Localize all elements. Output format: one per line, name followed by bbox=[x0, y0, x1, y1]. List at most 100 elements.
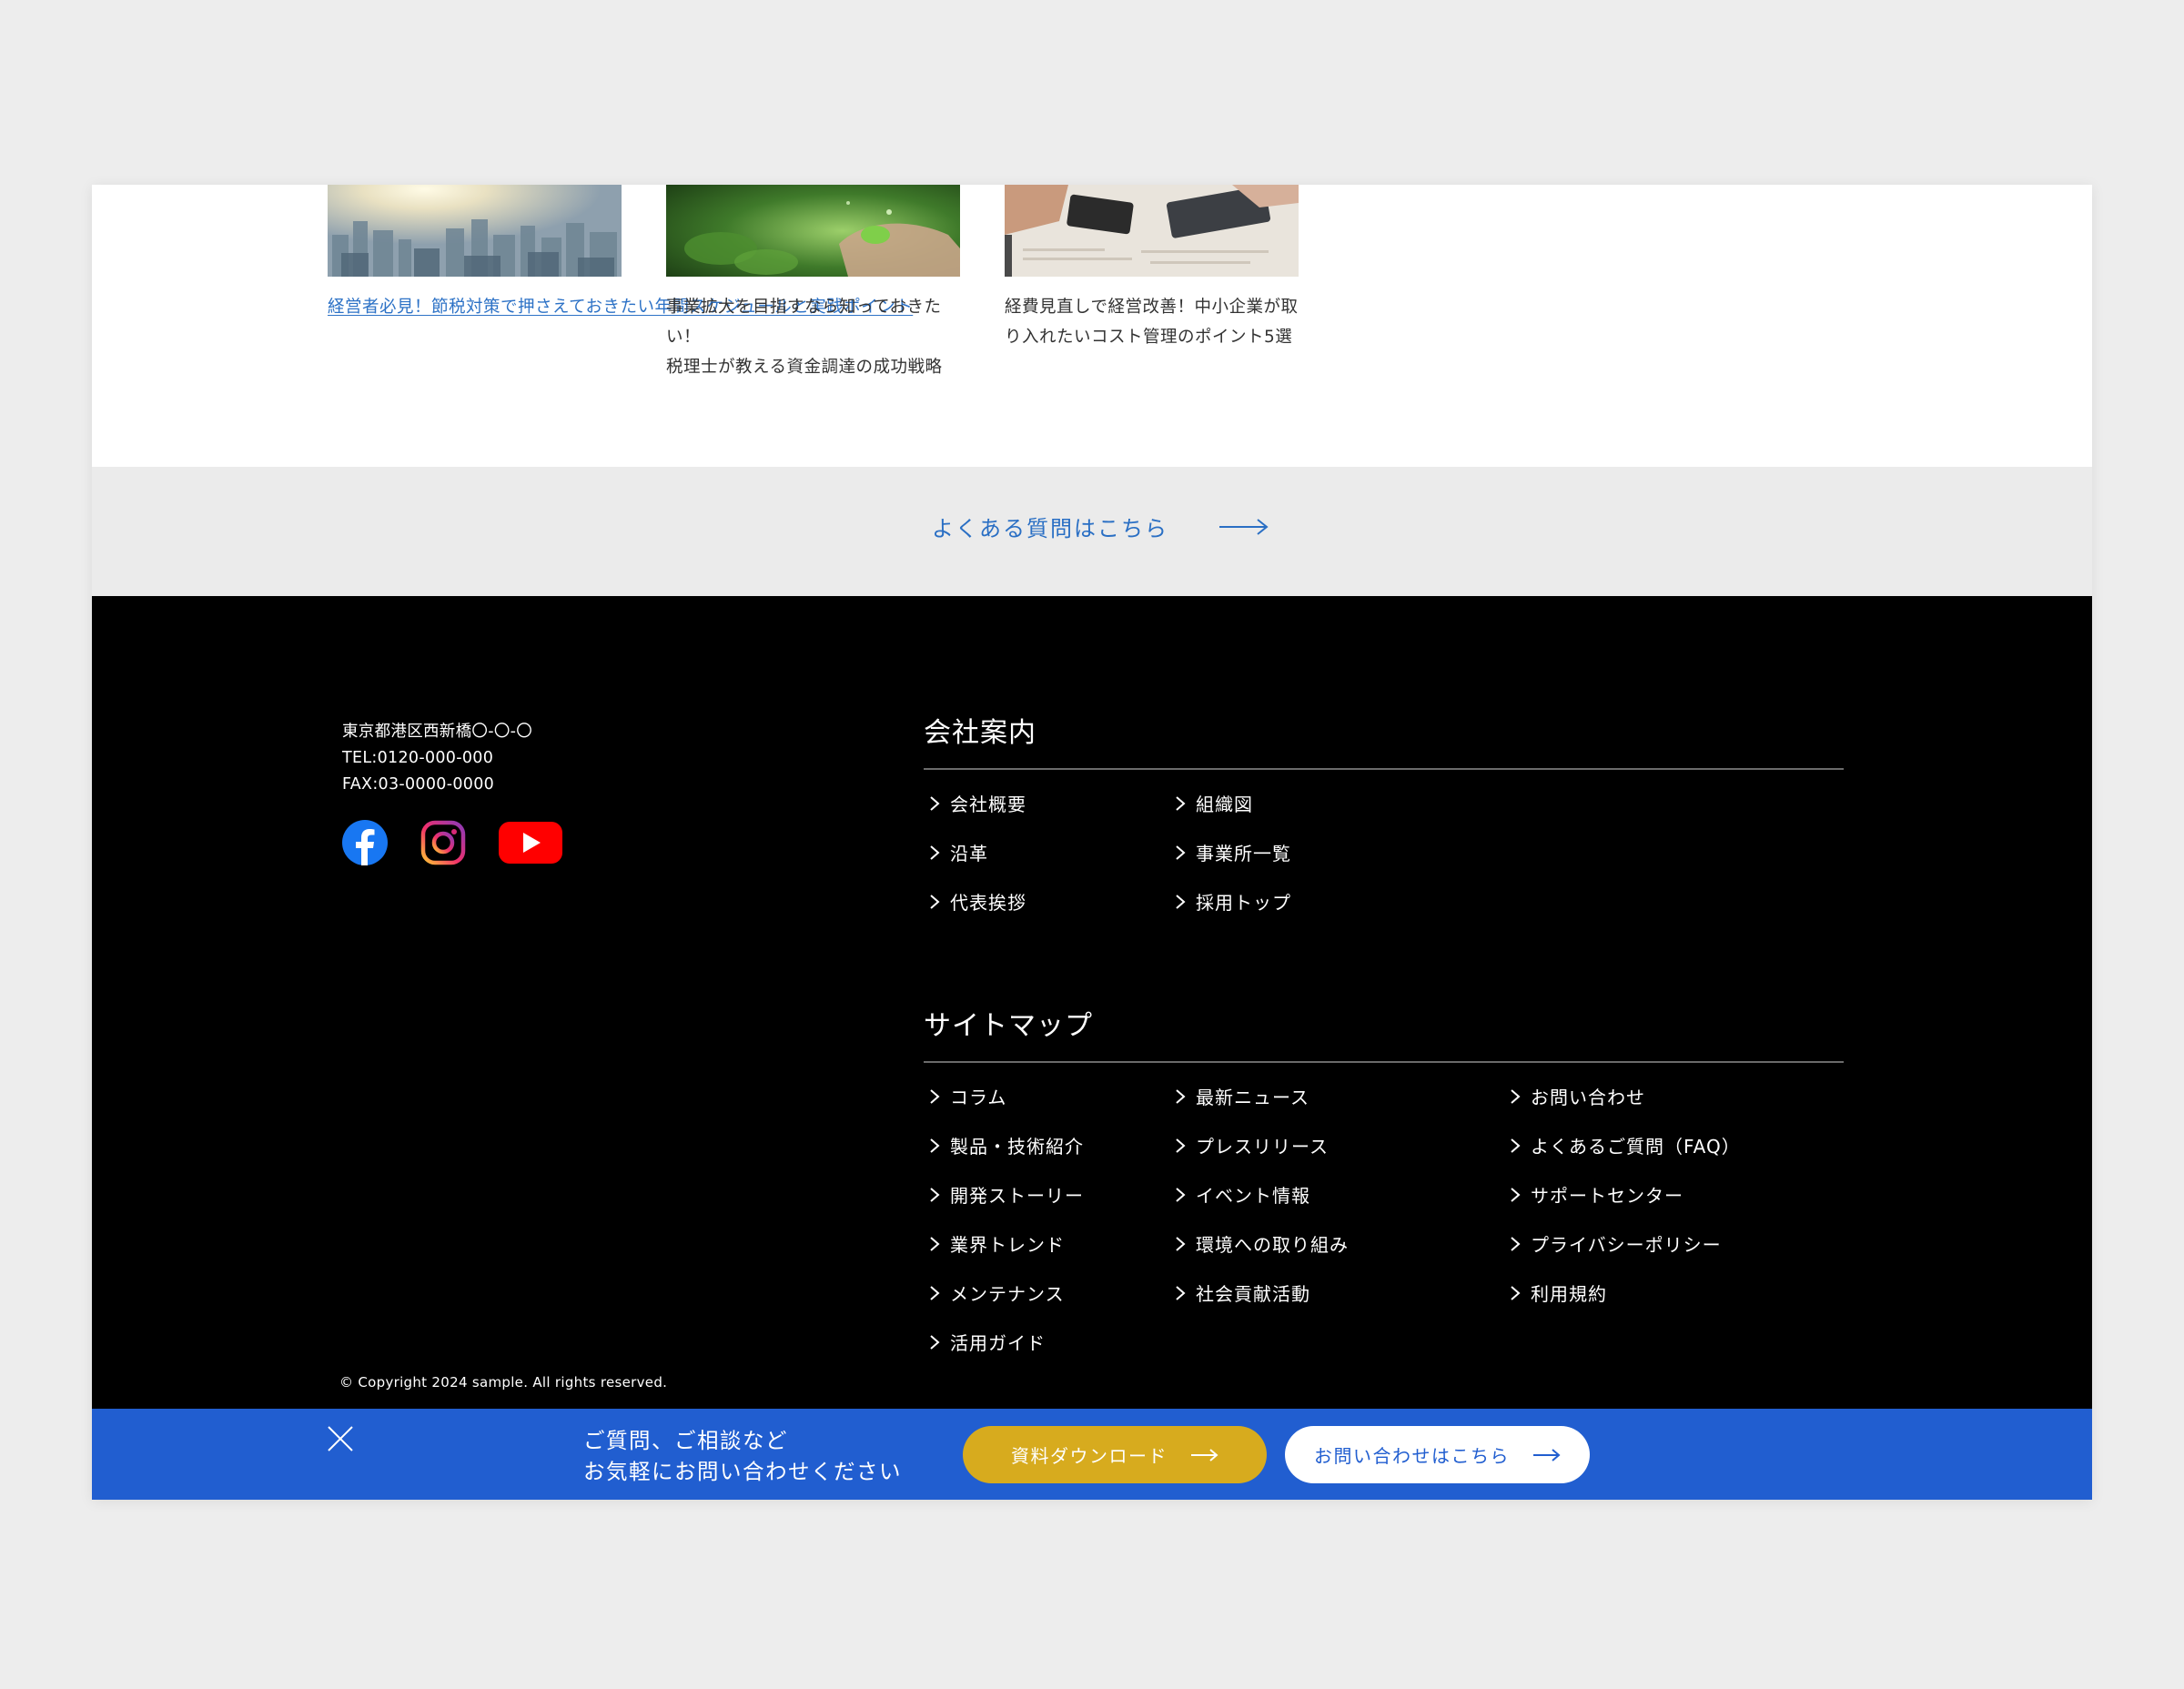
section-heading: サイトマップ bbox=[924, 1003, 1844, 1063]
close-icon[interactable] bbox=[327, 1425, 354, 1452]
footer-link-label[interactable]: 最新ニュース bbox=[1196, 1083, 1309, 1109]
footer-link-label[interactable]: 代表挨拶 bbox=[950, 888, 1026, 915]
site-footer: 東京都港区西新橋〇-〇-〇 TEL:0120-000-000 FAX:03-00… bbox=[92, 596, 2092, 1411]
chevron-right-icon bbox=[1176, 894, 1186, 909]
footer-link[interactable]: イベント情報 bbox=[1174, 1181, 1310, 1208]
chevron-right-icon bbox=[930, 1285, 940, 1300]
facebook-icon[interactable] bbox=[342, 820, 388, 865]
footer-link-label[interactable]: 採用トップ bbox=[1196, 888, 1291, 915]
article-card[interactable]: 経営者必見！節税対策で押さえておき たい年間スケジュールと実践ポイント bbox=[328, 185, 913, 317]
chevron-right-icon bbox=[1511, 1088, 1521, 1104]
article-title[interactable]: 事業拡大を目指すなら知っておきたい！ 税理士が教える資金調達の成功戦略 bbox=[666, 292, 960, 382]
footer-link-label[interactable]: お問い合わせ bbox=[1531, 1083, 1645, 1109]
footer-link-label[interactable]: 活用ガイド bbox=[950, 1329, 1046, 1355]
footer-link-label[interactable]: サポートセンター bbox=[1531, 1181, 1684, 1208]
long-arrow-right-icon bbox=[1219, 518, 1269, 535]
footer-link-label[interactable]: よくあるご質問（FAQ） bbox=[1531, 1132, 1741, 1158]
footer-link[interactable]: 代表挨拶 bbox=[928, 888, 1026, 915]
cta-message: ご質問、ご相談など お気軽にお問い合わせください bbox=[583, 1425, 902, 1487]
footer-link-label[interactable]: 組織図 bbox=[1196, 790, 1253, 816]
footer-link[interactable]: プライバシーポリシー bbox=[1509, 1230, 1722, 1257]
footer-link[interactable]: 環境への取り組み bbox=[1174, 1230, 1349, 1257]
footer-link[interactable]: 会社概要 bbox=[928, 790, 1026, 816]
faq-link-label[interactable]: よくある質問はこちら bbox=[932, 511, 1168, 542]
youtube-icon[interactable] bbox=[499, 820, 562, 865]
cta-message-line: ご質問、ご相談など bbox=[583, 1428, 788, 1453]
contact-button-label[interactable]: お問い合わせはこちら bbox=[1314, 1441, 1510, 1468]
download-button-label[interactable]: 資料ダウンロード bbox=[1011, 1441, 1168, 1468]
faq-banner: よくある質問はこちら bbox=[92, 467, 2092, 596]
contact-button[interactable]: お問い合わせはこちら bbox=[1285, 1426, 1590, 1483]
article-title-line[interactable]: 事業拡大を目指すなら知っておきたい！ bbox=[666, 298, 942, 347]
chevron-right-icon bbox=[930, 1187, 940, 1202]
footer-link-label[interactable]: 社会貢献活動 bbox=[1196, 1279, 1310, 1306]
sitemap-section: サイトマップ コラム 製品・技術紹介 開発ストーリー 業界トレンド メンテナンス… bbox=[924, 1003, 1844, 1354]
calculator-desk-thumbnail[interactable] bbox=[1005, 185, 1299, 277]
company-info: 東京都港区西新橋〇-〇-〇 TEL:0120-000-000 FAX:03-00… bbox=[342, 719, 532, 798]
footer-link-label[interactable]: メンテナンス bbox=[950, 1279, 1065, 1306]
footer-link[interactable]: 組織図 bbox=[1174, 790, 1253, 816]
company-section: 会社案内 会社概要 沿革 代表挨拶 組織図 事業所一覧 採用トップ bbox=[924, 710, 1844, 914]
cta-bar: ご質問、ご相談など お気軽にお問い合わせください 資料ダウンロード お問い合わせ… bbox=[92, 1409, 2092, 1500]
chevron-right-icon bbox=[930, 1088, 940, 1104]
instagram-icon[interactable] bbox=[420, 820, 466, 865]
arrow-right-icon bbox=[1191, 1448, 1218, 1461]
footer-link-label[interactable]: 事業所一覧 bbox=[1196, 839, 1291, 865]
footer-link-label[interactable]: 利用規約 bbox=[1531, 1279, 1607, 1306]
footer-link[interactable]: サポートセンター bbox=[1509, 1181, 1684, 1208]
footer-link[interactable]: 利用規約 bbox=[1509, 1279, 1607, 1306]
footer-link[interactable]: 開発ストーリー bbox=[928, 1181, 1084, 1208]
chevron-right-icon bbox=[930, 1236, 940, 1251]
article-title-line[interactable]: 経費見直しで経営改善！中小企業が取 bbox=[1005, 298, 1298, 317]
city-skyline-thumbnail[interactable] bbox=[328, 185, 622, 277]
chevron-right-icon bbox=[930, 894, 940, 909]
footer-link-label[interactable]: 業界トレンド bbox=[950, 1230, 1065, 1257]
footer-link-label[interactable]: 製品・技術紹介 bbox=[950, 1132, 1084, 1158]
chevron-right-icon bbox=[1511, 1187, 1521, 1202]
footer-link-label[interactable]: 沿革 bbox=[950, 839, 988, 865]
copyright: © Copyright 2024 sample. All rights rese… bbox=[339, 1374, 668, 1391]
article-card[interactable]: 事業拡大を目指すなら知っておきたい！ 税理士が教える資金調達の成功戦略 bbox=[666, 185, 960, 377]
footer-link[interactable]: コラム bbox=[928, 1083, 1006, 1109]
page: 経営者必見！節税対策で押さえておき たい年間スケジュールと実践ポイント 事業拡大… bbox=[92, 185, 2092, 1500]
chevron-right-icon bbox=[930, 1334, 940, 1350]
article-title-line[interactable]: 経営者必見！節税対策で押さえておき bbox=[328, 292, 621, 322]
social-links bbox=[342, 820, 562, 865]
article-title-link[interactable]: 経営者必見！節税対策で押さえておき たい年間スケジュールと実践ポイント bbox=[328, 292, 913, 322]
article-card[interactable]: 経費見直しで経営改善！中小企業が取 り入れたいコスト管理のポイント5選 bbox=[1005, 185, 1299, 347]
footer-link-label[interactable]: コラム bbox=[950, 1083, 1006, 1109]
faq-link[interactable]: よくある質問はこちら bbox=[932, 511, 1269, 542]
footer-link[interactable]: 社会貢献活動 bbox=[1174, 1279, 1310, 1306]
footer-link[interactable]: 製品・技術紹介 bbox=[928, 1132, 1084, 1158]
footer-link[interactable]: お問い合わせ bbox=[1509, 1083, 1645, 1109]
footer-link[interactable]: 業界トレンド bbox=[928, 1230, 1065, 1257]
footer-link-label[interactable]: プレスリリース bbox=[1196, 1132, 1329, 1158]
article-title-line[interactable]: り入れたいコスト管理のポイント5選 bbox=[1005, 328, 1292, 347]
section-heading: 会社案内 bbox=[924, 710, 1844, 770]
cta-message-line: お気軽にお問い合わせください bbox=[583, 1459, 902, 1484]
chevron-right-icon bbox=[930, 795, 940, 811]
article-title-line[interactable]: 税理士が教える資金調達の成功戦略 bbox=[666, 358, 942, 377]
footer-link[interactable]: プレスリリース bbox=[1174, 1132, 1329, 1158]
chevron-right-icon bbox=[1511, 1285, 1521, 1300]
chevron-right-icon bbox=[1176, 795, 1186, 811]
footer-link[interactable]: 沿革 bbox=[928, 839, 988, 865]
footer-link-label[interactable]: 会社概要 bbox=[950, 790, 1026, 816]
footer-link[interactable]: 活用ガイド bbox=[928, 1329, 1046, 1355]
footer-link-label[interactable]: プライバシーポリシー bbox=[1531, 1230, 1722, 1257]
plant-in-hands-thumbnail[interactable] bbox=[666, 185, 960, 277]
article-title[interactable]: 経費見直しで経営改善！中小企業が取 り入れたいコスト管理のポイント5選 bbox=[1005, 292, 1299, 352]
footer-link-label[interactable]: 開発ストーリー bbox=[950, 1181, 1084, 1208]
chevron-right-icon bbox=[1176, 1236, 1186, 1251]
footer-link[interactable]: メンテナンス bbox=[928, 1279, 1065, 1306]
footer-link[interactable]: よくあるご質問（FAQ） bbox=[1509, 1132, 1741, 1158]
footer-link[interactable]: 採用トップ bbox=[1174, 888, 1291, 915]
chevron-right-icon bbox=[930, 844, 940, 860]
download-button[interactable]: 資料ダウンロード bbox=[963, 1426, 1267, 1483]
chevron-right-icon bbox=[1176, 844, 1186, 860]
footer-link[interactable]: 最新ニュース bbox=[1174, 1083, 1309, 1109]
footer-link-label[interactable]: 環境への取り組み bbox=[1196, 1230, 1349, 1257]
footer-link[interactable]: 事業所一覧 bbox=[1174, 839, 1291, 865]
footer-link-label[interactable]: イベント情報 bbox=[1196, 1181, 1310, 1208]
chevron-right-icon bbox=[1511, 1236, 1521, 1251]
